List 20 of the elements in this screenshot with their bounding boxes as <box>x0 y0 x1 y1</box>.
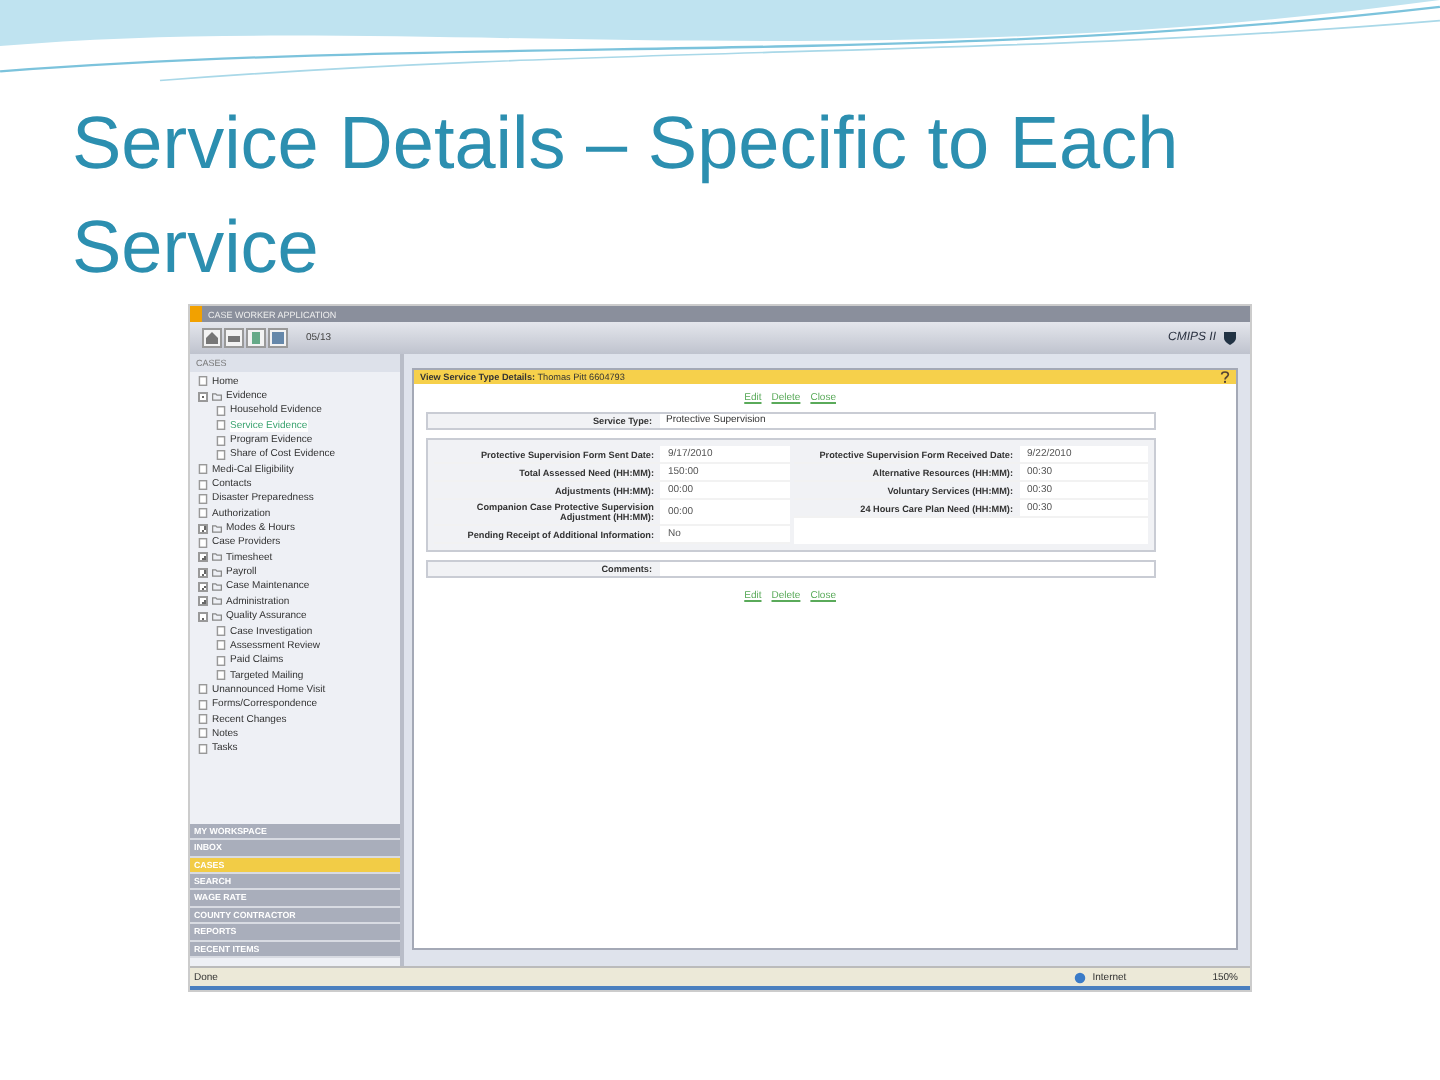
save-icon[interactable] <box>268 328 288 348</box>
expand-icon[interactable] <box>198 567 208 578</box>
expand-icon[interactable] <box>198 552 208 563</box>
globe-icon <box>1074 971 1087 983</box>
collapse-icon[interactable] <box>198 391 208 402</box>
app-logo-icon <box>190 306 202 322</box>
slide-title: Service Details – Specific to Each Service <box>72 100 1181 292</box>
expand-icon[interactable] <box>198 581 208 592</box>
folder-icon <box>212 523 222 534</box>
print-icon[interactable] <box>224 328 244 348</box>
help-icon[interactable] <box>1220 370 1230 384</box>
page-icon <box>198 376 208 387</box>
expand-icon[interactable] <box>198 596 208 607</box>
expand-icon[interactable] <box>198 523 208 534</box>
collapse-icon[interactable] <box>198 611 208 622</box>
shield-icon <box>1222 330 1238 346</box>
folder-icon <box>212 391 222 402</box>
home-icon[interactable] <box>202 328 222 348</box>
page-icon <box>198 537 208 548</box>
document-icon[interactable] <box>246 328 266 348</box>
